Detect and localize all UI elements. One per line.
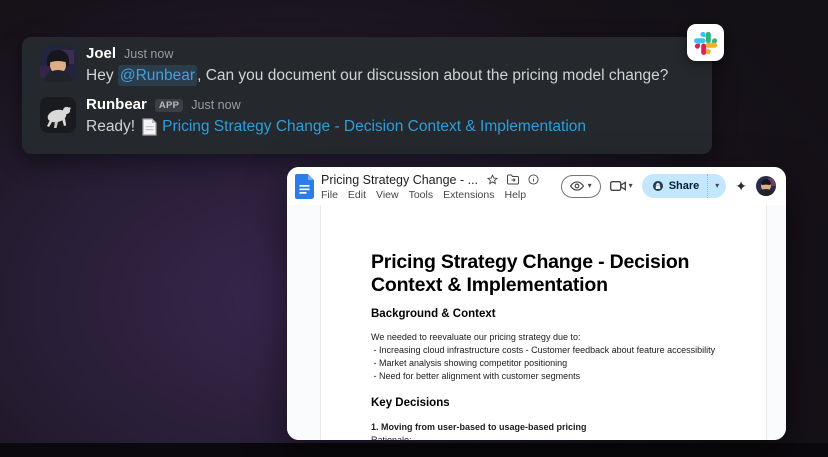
- slack-logo: [687, 24, 724, 61]
- desktop-background: Joel Just now Hey @Runbear , Can you doc…: [0, 0, 828, 457]
- message-author[interactable]: Joel: [86, 46, 116, 62]
- viewing-mode-button[interactable]: ▾: [561, 175, 601, 198]
- google-docs-icon: [295, 174, 314, 199]
- message-text: Ready! Pricing Strategy Change - Decisio…: [86, 116, 586, 137]
- body-line: - Need for better alignment with custome…: [371, 370, 758, 383]
- lock-icon: [652, 180, 664, 192]
- star-icon[interactable]: [487, 174, 498, 185]
- document-heading: Pricing Strategy Change - Decision Conte…: [371, 251, 758, 297]
- document-page[interactable]: Pricing Strategy Change - Decision Conte…: [320, 205, 767, 440]
- google-docs-window: Pricing Strategy Change - ... File Edit …: [287, 167, 786, 440]
- body-line: We needed to reevaluate our pricing stra…: [371, 331, 758, 344]
- message-timestamp: Just now: [124, 46, 173, 62]
- message-timestamp: Just now: [191, 97, 240, 113]
- message-text-after: , Can you document our discussion about …: [197, 65, 668, 86]
- app-badge: APP: [155, 99, 183, 112]
- chevron-down-icon: ▾: [588, 182, 592, 190]
- document-link[interactable]: Pricing Strategy Change - Decision Conte…: [162, 116, 586, 137]
- menu-view[interactable]: View: [376, 189, 399, 201]
- docs-menu-bar: File Edit View Tools Extensions Help: [321, 189, 561, 201]
- mention-runbear[interactable]: @Runbear: [118, 65, 197, 86]
- docs-header: Pricing Strategy Change - ... File Edit …: [287, 167, 786, 205]
- chevron-down-icon: ▾: [629, 182, 633, 190]
- video-camera-icon: [610, 180, 626, 192]
- slack-message-runbear: Runbear APP Just now Ready! Pricin: [40, 97, 712, 137]
- share-label: Share: [669, 180, 700, 192]
- account-avatar[interactable]: [756, 176, 776, 196]
- body-line: - Increasing cloud infrastructure costs …: [371, 344, 758, 357]
- menu-edit[interactable]: Edit: [348, 189, 366, 201]
- message-ready-text: Ready!: [86, 116, 135, 137]
- section-heading: Key Decisions: [371, 396, 758, 411]
- section-heading: Background & Context: [371, 307, 758, 322]
- avatar-runbear: [40, 97, 76, 133]
- document-title[interactable]: Pricing Strategy Change - ...: [321, 173, 478, 187]
- avatar-joel: [40, 46, 76, 82]
- move-folder-icon[interactable]: [507, 174, 519, 185]
- slack-message-panel: Joel Just now Hey @Runbear , Can you doc…: [22, 37, 712, 154]
- docs-canvas: Pricing Strategy Change - Decision Conte…: [287, 205, 786, 440]
- body-line: - Market analysis showing competitor pos…: [371, 357, 758, 370]
- menu-extensions[interactable]: Extensions: [443, 189, 494, 201]
- message-author[interactable]: Runbear: [86, 97, 147, 113]
- share-dropdown[interactable]: ▾: [707, 174, 726, 198]
- menu-tools[interactable]: Tools: [409, 189, 434, 201]
- document-file-icon: [142, 118, 157, 136]
- meet-button[interactable]: ▾: [610, 180, 633, 192]
- chevron-down-icon: ▾: [715, 182, 719, 190]
- message-text: Hey @Runbear , Can you document our disc…: [86, 65, 668, 86]
- info-icon[interactable]: [528, 174, 539, 185]
- body-line: 1. Moving from user-based to usage-based…: [371, 421, 758, 434]
- slack-logo-icon: [694, 31, 718, 55]
- menu-file[interactable]: File: [321, 189, 338, 201]
- menu-help[interactable]: Help: [504, 189, 526, 201]
- body-line: Rationale:: [371, 434, 758, 440]
- share-button[interactable]: Share ▾: [642, 174, 727, 198]
- bottom-shadow-band: [0, 443, 828, 457]
- eye-icon: [570, 181, 584, 191]
- slack-message-joel: Joel Just now Hey @Runbear , Can you doc…: [40, 46, 712, 86]
- gemini-sparkle-icon[interactable]: ✦: [735, 179, 747, 193]
- message-text-before: Hey: [86, 65, 118, 86]
